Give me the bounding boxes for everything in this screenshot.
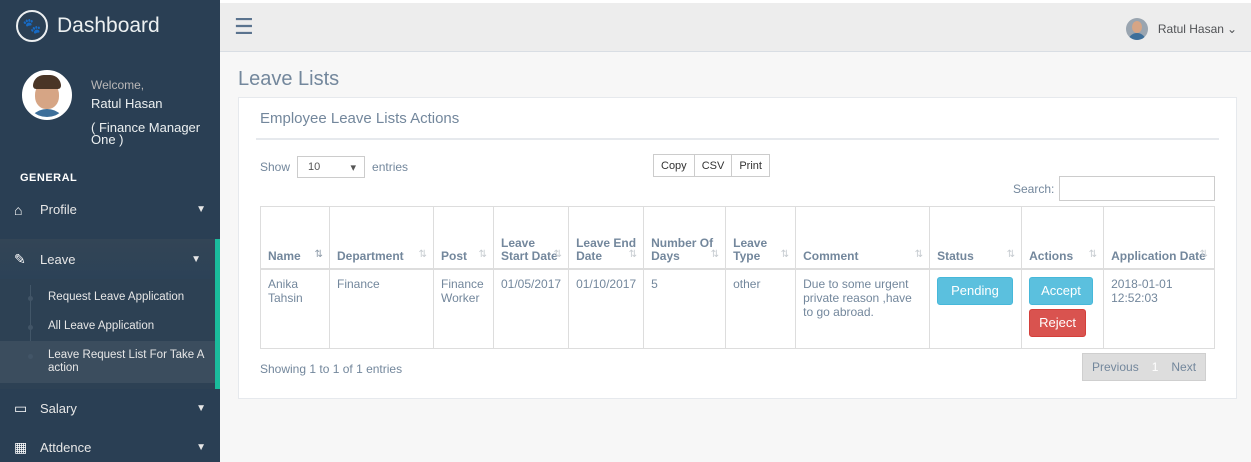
cell-start-date: 01/05/2017 xyxy=(492,267,570,349)
cell-name: Anika Tahsin xyxy=(260,267,330,349)
home-icon: ⌂ xyxy=(14,201,23,218)
chevron-down-icon: ⌄ xyxy=(1226,22,1237,36)
sort-icon: ⇅ xyxy=(418,248,427,260)
leave-submenu: Request Leave Application All Leave Appl… xyxy=(0,279,220,389)
sidebar-menu: ⌂ Profile ▼ ✎ Leave ▼ Request Leave Appl… xyxy=(0,190,220,462)
sort-asc-icon: ⇅ xyxy=(314,248,323,260)
pending-button[interactable]: Pending xyxy=(937,276,1013,305)
col-post[interactable]: Post ⇅ xyxy=(433,206,494,269)
chevron-down-icon: ▼ xyxy=(196,442,206,453)
sort-icon: ⇅ xyxy=(1006,248,1016,260)
submenu-item-request-leave[interactable]: Request Leave Application xyxy=(0,283,215,312)
avatar xyxy=(22,70,72,120)
csv-button[interactable]: CSV xyxy=(693,154,733,177)
col-comment[interactable]: Comment ⇅ xyxy=(795,206,931,269)
entries-label: entries xyxy=(372,160,409,174)
submenu-item-all-leave[interactable]: All Leave Application xyxy=(0,312,215,341)
table-header-row: Name ⇅ Department ⇅ Post ⇅ Leave Start Date… xyxy=(260,206,1215,269)
col-leave-type[interactable]: Leave Type ⇅ xyxy=(725,206,797,269)
brand-title: Dashboard xyxy=(57,14,160,37)
entries-info: Showing 1 to 1 of 1 entries xyxy=(260,362,403,376)
sort-icon: ⇅ xyxy=(1199,248,1208,260)
col-status[interactable]: Status ⇅ xyxy=(929,206,1023,269)
sidebar-item-label: Profile xyxy=(40,202,77,217)
col-name[interactable]: Name ⇅ xyxy=(260,206,330,269)
cell-application-date: 2018-01-01 12:52:03 xyxy=(1103,267,1215,349)
table-row: Anika Tahsin Finance Finance Worker 01/0… xyxy=(260,267,1215,349)
next-button[interactable]: Next xyxy=(1162,360,1205,374)
sort-icon: ⇅ xyxy=(1088,248,1098,260)
cell-comment: Due to some urgent private reason ,have … xyxy=(795,267,931,349)
sidebar-item-profile[interactable]: ⌂ Profile ▼ xyxy=(0,190,220,229)
desktop-icon: ▭ xyxy=(14,400,28,416)
sidebar-user-name: Ratul Hasan xyxy=(91,96,163,111)
col-leave-end[interactable]: Leave End Date ⇅ xyxy=(568,206,645,269)
sort-icon: ⇅ xyxy=(710,248,720,260)
print-button[interactable]: Print xyxy=(731,154,770,177)
profile-block: Welcome, Ratul Hasan ( Finance Manager O… xyxy=(22,70,212,150)
copy-button[interactable]: Copy xyxy=(653,154,695,177)
menu-toggle-icon[interactable]: ☰ xyxy=(234,16,254,38)
previous-button[interactable]: Previous xyxy=(1083,360,1148,374)
edit-icon: ✎ xyxy=(14,250,26,267)
leave-table: Name ⇅ Department ⇅ Post ⇅ Leave Start Date… xyxy=(260,206,1215,349)
accept-button[interactable]: Accept xyxy=(1029,276,1093,305)
sort-icon: ⇅ xyxy=(553,248,563,260)
user-role: ( Finance Manager One ) xyxy=(91,120,201,147)
chevron-down-icon: ▼ xyxy=(196,204,206,215)
cell-post: Finance Worker xyxy=(433,267,494,349)
reject-button[interactable]: Reject xyxy=(1029,308,1086,337)
col-number-of-days[interactable]: Number Of Days ⇅ xyxy=(643,206,727,269)
search-label: Search: xyxy=(1013,182,1055,196)
cell-status: Pending xyxy=(929,267,1023,349)
sidebar-item-label: Attdence xyxy=(40,440,92,455)
welcome-text: Welcome, xyxy=(91,78,145,92)
cell-end-date: 01/10/2017 xyxy=(568,267,645,349)
show-label: Show xyxy=(260,160,291,174)
page-1-button[interactable]: 1 xyxy=(1148,360,1163,374)
show-entries: Show 10 ▾ entries xyxy=(260,156,408,178)
sidebar-item-attdence[interactable]: ▦ Attdence ▼ xyxy=(0,428,220,462)
cell-department: Finance xyxy=(329,267,434,349)
sidebar-item-leave[interactable]: ✎ Leave ▼ xyxy=(0,239,220,279)
cell-actions: Accept Reject xyxy=(1021,267,1105,349)
entries-value: 10 xyxy=(308,161,321,173)
cell-type: other xyxy=(725,267,797,349)
panel-title: Employee Leave Lists Actions xyxy=(260,110,460,127)
sidebar: 🐾 Dashboard Welcome, Ratul Hasan ( Finan… xyxy=(0,0,220,462)
caret-down-icon: ▾ xyxy=(350,161,357,174)
sort-icon: ⇅ xyxy=(478,248,487,260)
divider xyxy=(256,138,1219,140)
col-department[interactable]: Department ⇅ xyxy=(329,206,434,269)
sidebar-item-salary[interactable]: ▭ Salary ▼ xyxy=(0,389,220,428)
col-application-date[interactable]: Application Date ⇅ xyxy=(1103,206,1215,269)
user-dropdown[interactable]: Ratul Hasan ⌄ xyxy=(1125,18,1237,40)
avatar xyxy=(1125,18,1148,40)
paw-icon: 🐾 xyxy=(16,10,48,42)
top-user-name: Ratul Hasan xyxy=(1157,22,1224,36)
sort-icon: ⇅ xyxy=(628,248,638,260)
chevron-down-icon: ▼ xyxy=(196,403,206,414)
table-icon: ▦ xyxy=(14,439,28,455)
search-input[interactable] xyxy=(1059,176,1215,201)
leave-list-panel: Employee Leave Lists Actions Show 10 ▾ e… xyxy=(238,97,1237,399)
col-actions[interactable]: Actions ⇅ xyxy=(1021,206,1105,269)
sidebar-item-label: Salary xyxy=(40,401,77,416)
col-leave-start[interactable]: Leave Start Date ⇅ xyxy=(492,206,570,269)
section-title-general: GENERAL xyxy=(20,172,78,184)
cell-days: 5 xyxy=(643,267,727,349)
pagination: Previous 1 Next xyxy=(1082,353,1207,381)
submenu-item-leave-request-list[interactable]: Leave Request List For Take A action xyxy=(0,341,215,383)
export-buttons: Copy CSV Print xyxy=(653,154,770,177)
page-title: Leave Lists xyxy=(238,68,340,90)
brand[interactable]: 🐾 Dashboard xyxy=(0,0,220,52)
sidebar-item-label: Leave xyxy=(40,251,76,267)
chevron-down-icon: ▼ xyxy=(191,253,201,265)
top-navbar: ☰ Ratul Hasan ⌄ xyxy=(220,0,1251,52)
sort-icon: ⇅ xyxy=(914,248,924,260)
entries-select[interactable]: 10 ▾ xyxy=(297,156,366,178)
sort-icon: ⇅ xyxy=(780,248,790,260)
